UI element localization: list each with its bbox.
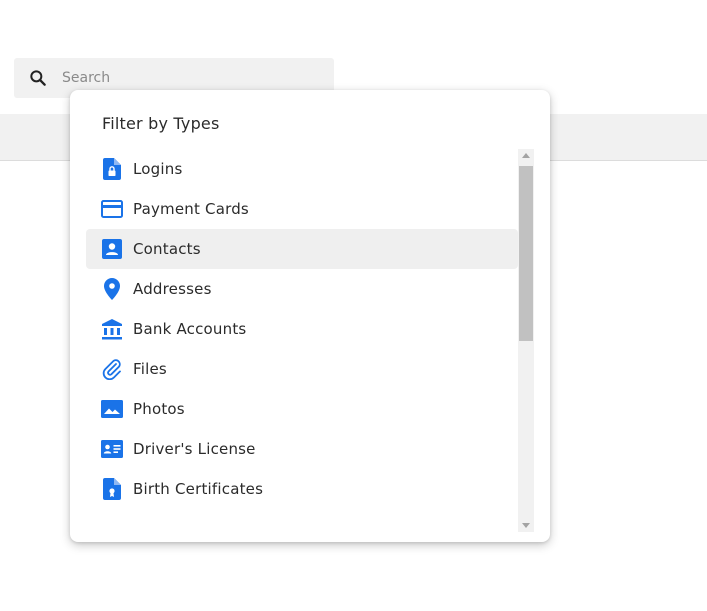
filter-item-label: Birth Certificates (133, 480, 264, 498)
search-input[interactable] (62, 66, 322, 90)
payment-card-icon (101, 198, 123, 220)
id-card-icon (101, 438, 123, 460)
filter-item-bank-accounts[interactable]: Bank Accounts (86, 309, 518, 349)
filter-item-files[interactable]: Files (86, 349, 518, 389)
scroll-down-arrow-icon[interactable] (522, 523, 530, 528)
bank-icon (101, 318, 123, 340)
filter-item-label: Logins (133, 160, 183, 178)
filter-by-types-dropdown: Filter by Types Logins Payment Cards Con… (70, 90, 550, 542)
filter-item-label: Files (133, 360, 167, 378)
location-pin-icon (101, 278, 123, 300)
filter-item-label: Photos (133, 400, 185, 418)
filter-item-photos[interactable]: Photos (86, 389, 518, 429)
filter-item-logins[interactable]: Logins (86, 149, 518, 189)
filter-item-label: Driver's License (133, 440, 256, 458)
list-scrollbar[interactable] (518, 149, 534, 532)
filter-item-drivers-license[interactable]: Driver's License (86, 429, 518, 469)
search-icon (28, 68, 48, 88)
filter-item-birth-certificates[interactable]: Birth Certificates (86, 469, 518, 509)
filter-item-label: Contacts (133, 240, 201, 258)
filter-item-label: Payment Cards (133, 200, 249, 218)
filter-item-payment-cards[interactable]: Payment Cards (86, 189, 518, 229)
login-document-lock-icon (101, 158, 123, 180)
dropdown-title: Filter by Types (102, 114, 220, 133)
photo-icon (101, 398, 123, 420)
scroll-up-arrow-icon[interactable] (522, 153, 530, 158)
contact-card-icon (101, 238, 123, 260)
filter-type-list: Logins Payment Cards Contacts Addresses … (86, 149, 534, 532)
filter-item-addresses[interactable]: Addresses (86, 269, 518, 309)
scrollbar-thumb[interactable] (519, 166, 533, 341)
filter-item-label: Bank Accounts (133, 320, 247, 338)
filter-item-label: Addresses (133, 280, 212, 298)
paperclip-icon (101, 358, 123, 380)
certificate-document-icon (101, 478, 123, 500)
filter-item-contacts[interactable]: Contacts (86, 229, 518, 269)
